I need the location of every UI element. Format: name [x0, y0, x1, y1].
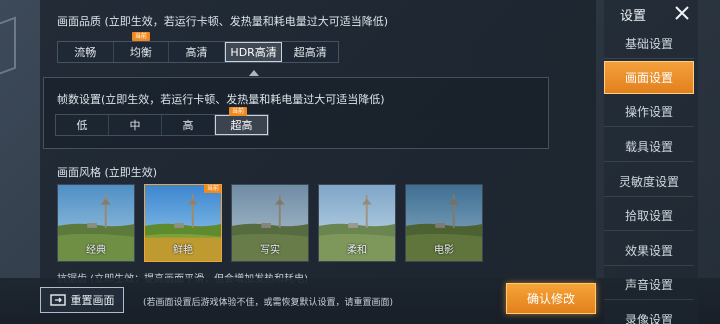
quality-selector: 流畅 当前 均衡 高清 HDR高清 超高清: [57, 32, 339, 63]
current-badge: 当前: [229, 107, 248, 116]
fps-selector: 低 中 高 当前 超高: [55, 107, 269, 136]
reset-screen-button[interactable]: 重置画面: [40, 287, 124, 313]
confirm-changes-button[interactable]: 确认修改: [506, 283, 596, 314]
quality-option-smooth[interactable]: 流畅: [58, 42, 114, 62]
quality-option-ultra-hd[interactable]: 超高清: [282, 42, 339, 62]
style-selector: 经典 当前 鲜艳 写实 柔和 电影: [57, 184, 483, 262]
style-card-cinema[interactable]: 电影: [405, 184, 483, 262]
sidebar-item-effects[interactable]: 效果设置: [604, 236, 694, 266]
sidebar-item-replay[interactable]: 录像设置: [604, 305, 694, 324]
left-edge-decoration: [0, 16, 16, 80]
sidebar-item-controls[interactable]: 操作设置: [604, 97, 694, 127]
style-card-realistic[interactable]: 写实: [231, 184, 309, 262]
sidebar-item-pickup[interactable]: 拾取设置: [604, 201, 694, 231]
sidebar-item-sensitivity[interactable]: 灵敏度设置: [604, 167, 694, 197]
fps-option-ultra[interactable]: 当前 超高: [215, 107, 268, 135]
sidebar-item-graphics[interactable]: 画面设置: [604, 61, 694, 94]
quality-option-hdr[interactable]: HDR高清: [224, 42, 283, 62]
fps-subpanel: [43, 77, 549, 149]
reset-screen-icon: [49, 294, 66, 306]
fps-section-title: 帧数设置(立即生效，若运行卡顿、发热量和耗电量过大可适当降低): [57, 93, 385, 106]
quality-section-title: 画面品质 (立即生效，若运行卡顿、发热量和耗电量过大可适当降低): [57, 15, 389, 28]
sidebar-item-vehicle[interactable]: 载具设置: [604, 132, 694, 162]
sidebar-item-basic[interactable]: 基础设置: [604, 29, 694, 59]
style-card-vivid[interactable]: 当前 鲜艳: [144, 184, 222, 262]
reset-hint-text: (若画面设置后游戏体验不佳，或需恢复默认设置，请重置画面): [143, 298, 394, 308]
fps-option-high[interactable]: 高: [162, 115, 215, 135]
fps-option-medium[interactable]: 中: [109, 115, 162, 135]
style-card-soft[interactable]: 柔和: [318, 184, 396, 262]
style-card-classic[interactable]: 经典: [57, 184, 135, 262]
quality-option-hd[interactable]: 高清: [169, 42, 225, 62]
fps-option-low[interactable]: 低: [56, 115, 109, 135]
selection-pointer-icon: [249, 70, 259, 76]
close-icon: [675, 6, 689, 20]
sidebar-item-sound[interactable]: 声音设置: [604, 270, 694, 300]
current-badge: 当前: [131, 32, 150, 41]
style-section-title: 画面风格 (立即生效): [57, 166, 158, 179]
close-button[interactable]: [670, 1, 694, 25]
quality-option-balanced[interactable]: 当前 均衡: [113, 32, 170, 62]
sidebar-title: 设置: [620, 9, 647, 24]
current-badge: 当前: [203, 185, 221, 193]
